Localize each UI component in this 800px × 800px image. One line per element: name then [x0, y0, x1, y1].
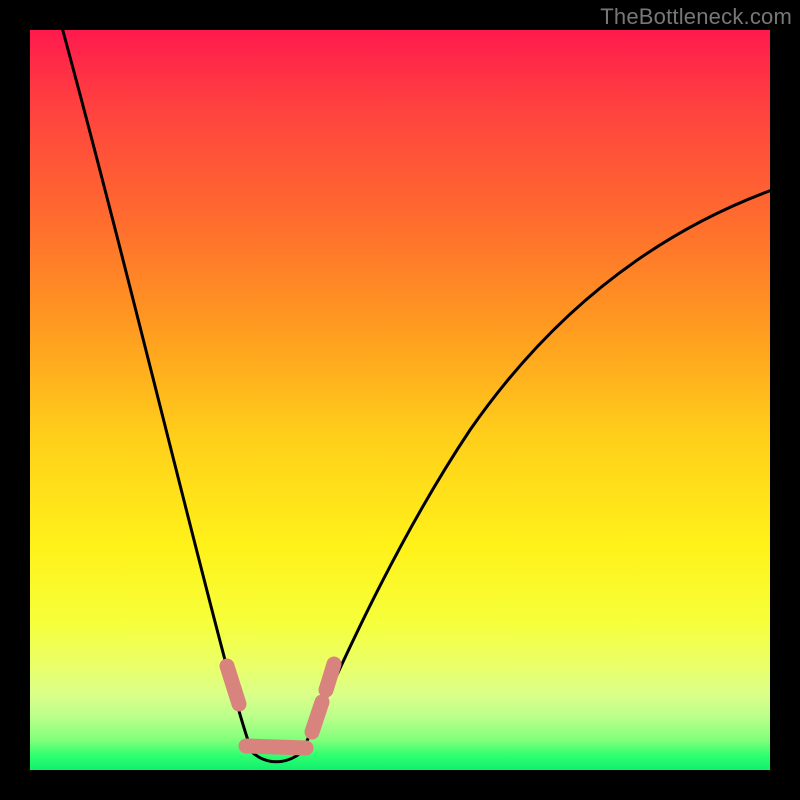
chart-frame: TheBottleneck.com — [0, 0, 800, 800]
watermark-text: TheBottleneck.com — [600, 4, 792, 30]
valley-markers — [227, 664, 334, 748]
curve-layer — [30, 30, 770, 770]
curve-left-branch — [60, 20, 252, 752]
curve-right-branch — [302, 190, 772, 752]
